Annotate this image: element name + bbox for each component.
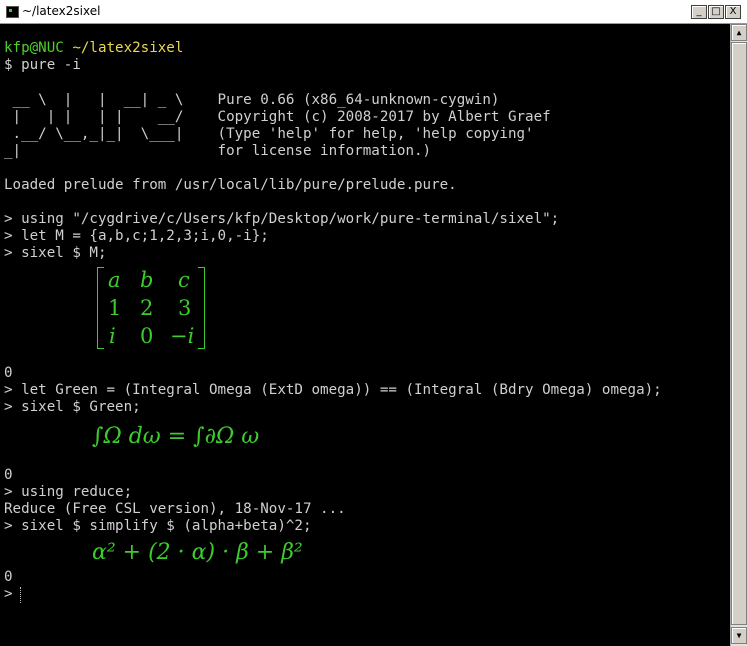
matrix-cell: b bbox=[140, 268, 154, 292]
matrix-cell: 3 bbox=[178, 296, 192, 320]
prompt-user-host: kfp@NUC bbox=[4, 40, 64, 56]
banner-line: | | | | | __/ Copyright (c) 2008-2017 by… bbox=[4, 109, 551, 125]
matrix-cell: 1 bbox=[108, 296, 122, 320]
green-theorem-render: ∫Ω dω = ∫∂Ω ω bbox=[92, 424, 260, 449]
prompt-cwd: ~/latex2sixel bbox=[72, 40, 184, 56]
output-line: Loaded prelude from /usr/local/lib/pure/… bbox=[4, 177, 457, 193]
matrix-right-bracket bbox=[198, 267, 205, 349]
command-line: > using "/cygdrive/c/Users/kfp/Desktop/w… bbox=[4, 211, 560, 227]
command-line: > sixel $ Green; bbox=[4, 399, 141, 415]
banner-line: .__/ \__,_|_| \___| (Type 'help' for hel… bbox=[4, 126, 534, 142]
window-title: ~/latex2sixel bbox=[22, 4, 101, 18]
input-prompt: > bbox=[4, 586, 13, 602]
output-line: 0 bbox=[4, 365, 13, 381]
command-line: $ pure -i bbox=[4, 57, 81, 73]
command-line: > let Green = (Integral Omega (ExtD omeg… bbox=[4, 382, 662, 398]
output-line: 0 bbox=[4, 569, 13, 585]
command-line: > sixel $ M; bbox=[4, 245, 107, 261]
text-cursor bbox=[20, 587, 22, 603]
terminal-app-icon[interactable] bbox=[6, 6, 19, 18]
banner-line: _| for license information.) bbox=[4, 143, 432, 159]
matrix-cell: −i bbox=[170, 324, 195, 348]
matrix-cell: i bbox=[109, 324, 116, 348]
matrix-left-bracket bbox=[97, 267, 104, 349]
command-line: > using reduce; bbox=[4, 484, 133, 500]
matrix-cell: a bbox=[108, 268, 121, 292]
scrollbar-thumb[interactable] bbox=[731, 42, 747, 625]
vertical-scrollbar[interactable]: ▲ ▼ bbox=[730, 24, 747, 646]
banner-line: __ \ | | __| _ \ Pure 0.66 (x86_64-unkno… bbox=[4, 92, 500, 108]
output-line: Reduce (Free CSL version), 18-Nov-17 ... bbox=[4, 501, 346, 517]
title-bar: ~/latex2sixel _ □ X bbox=[0, 0, 747, 24]
scroll-down-arrow-icon[interactable]: ▼ bbox=[731, 627, 747, 644]
scroll-up-arrow-icon[interactable]: ▲ bbox=[731, 24, 747, 41]
command-line: > sixel $ simplify $ (alpha+beta)^2; bbox=[4, 518, 312, 534]
minimize-button[interactable]: _ bbox=[691, 5, 707, 19]
close-button[interactable]: X bbox=[725, 5, 741, 19]
simplify-render: α² + (2 · α) · β + β² bbox=[92, 540, 303, 565]
matrix-cell: 2 bbox=[140, 296, 154, 320]
maximize-button[interactable]: □ bbox=[708, 5, 724, 19]
output-line: 0 bbox=[4, 467, 13, 483]
terminal-output[interactable]: kfp@NUC ~/latex2sixel $ pure -i __ \ | |… bbox=[0, 24, 730, 646]
prompt-line: kfp@NUC ~/latex2sixel bbox=[4, 40, 183, 57]
command-line: > let M = {a,b,c;1,2,3;i,0,-i}; bbox=[4, 228, 269, 244]
matrix-cell: c bbox=[178, 268, 190, 292]
matrix-cell: 0 bbox=[140, 324, 154, 348]
